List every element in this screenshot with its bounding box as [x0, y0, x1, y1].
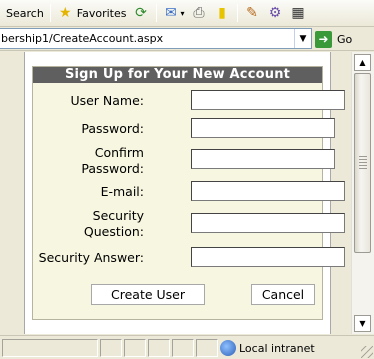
print-button[interactable]: ⎙ — [188, 2, 211, 24]
vertical-scrollbar[interactable]: ▲ ▼ — [351, 52, 374, 334]
security-answer-input[interactable] — [191, 247, 345, 267]
go-label: Go — [337, 32, 353, 46]
address-url: bership1/CreateAccount.aspx — [1, 32, 164, 45]
scroll-down-button[interactable]: ▼ — [354, 315, 371, 332]
research-icon: ⚙ — [268, 4, 282, 21]
address-dropdown-button[interactable]: ▼ — [294, 29, 311, 48]
username-label: User Name: — [70, 93, 144, 108]
toolbar-separator — [236, 4, 238, 22]
security-question-input[interactable] — [191, 213, 345, 233]
signup-title: Sign Up for Your New Account — [33, 67, 322, 83]
security-question-label-line2: Question: — [83, 224, 144, 239]
resize-grip-icon[interactable] — [361, 346, 373, 358]
create-user-button[interactable]: Create User — [91, 284, 205, 305]
toolbar-separator — [49, 4, 51, 22]
toolbar-separator — [155, 4, 157, 22]
cancel-button[interactable]: Cancel — [251, 284, 315, 305]
edit-button[interactable]: ▮ — [211, 2, 234, 24]
address-bar: bership1/CreateAccount.aspx ▼ ➜ Go — [0, 27, 374, 51]
status-panel — [172, 339, 194, 357]
password-input[interactable] — [191, 118, 335, 138]
go-arrow-icon: ➜ — [315, 30, 332, 48]
confirm-password-label-line1: Confirm — [94, 145, 144, 160]
status-bar: Local intranet — [0, 335, 374, 359]
favorites-label: Favorites — [76, 6, 127, 20]
email-label: E-mail: — [100, 184, 144, 199]
print-icon: ⎙ — [193, 4, 205, 21]
media-icon: ⟳ — [135, 4, 147, 21]
browser-toolbar: Search ★ Favorites ⟳ ✉ ▾ ⎙ ▮ ✎ ⚙ ▦ — [0, 0, 374, 27]
media-button[interactable]: ⟳ — [130, 2, 153, 24]
scroll-thumb[interactable] — [354, 73, 371, 253]
signup-panel: Sign Up for Your New Account User Name: … — [32, 66, 345, 320]
messenger-icon: ✎ — [246, 4, 258, 21]
favorites-star-icon: ★ — [59, 4, 72, 21]
edit-icon: ▮ — [218, 4, 226, 21]
security-zone[interactable]: Local intranet — [220, 339, 315, 357]
zone-label: Local intranet — [239, 341, 315, 355]
password-label: Password: — [81, 121, 144, 136]
mail-button[interactable]: ✉ ▾ — [160, 2, 188, 24]
search-label: Search — [6, 6, 44, 20]
security-answer-label: Security Answer: — [38, 250, 144, 265]
email-input[interactable] — [191, 181, 345, 201]
dial-icon: ▦ — [291, 4, 305, 21]
scroll-up-button[interactable]: ▲ — [354, 54, 371, 71]
chevron-down-icon: ▾ — [180, 8, 185, 18]
mail-icon: ✉ — [165, 4, 177, 21]
favorites-button[interactable]: ★ Favorites — [54, 2, 130, 24]
status-panel — [2, 339, 98, 357]
search-button[interactable]: Search — [0, 2, 47, 24]
scroll-grip-icon — [359, 156, 367, 170]
go-button[interactable]: ➜ Go — [315, 29, 352, 49]
intranet-globe-icon — [220, 340, 236, 356]
research-button[interactable]: ⚙ — [264, 2, 287, 24]
status-panel — [124, 339, 146, 357]
status-panel — [148, 339, 170, 357]
messenger-button[interactable]: ✎ — [241, 2, 264, 24]
status-panel — [100, 339, 122, 357]
status-panel — [196, 339, 218, 357]
confirm-password-label-line2: Password: — [81, 161, 144, 176]
address-field[interactable]: bership1/CreateAccount.aspx ▼ — [0, 28, 312, 49]
dial-button[interactable]: ▦ — [287, 2, 310, 24]
confirm-password-input[interactable] — [191, 149, 335, 169]
username-input[interactable] — [191, 90, 345, 110]
security-question-label-line1: Security — [92, 208, 144, 223]
